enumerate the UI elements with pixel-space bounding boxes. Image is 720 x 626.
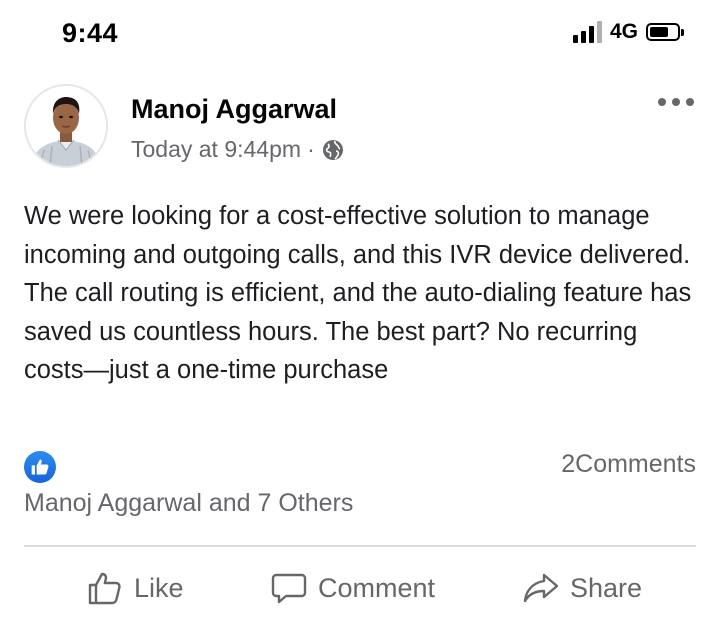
avatar[interactable] — [24, 84, 108, 168]
like-button[interactable]: Like — [86, 560, 184, 616]
share-icon — [523, 573, 559, 603]
status-time: 9:44 — [62, 18, 119, 48]
action-bar: Like Comment Share — [24, 560, 696, 616]
post-text: We were looking for a cost-effective sol… — [24, 202, 692, 384]
more-options-button[interactable] — [654, 94, 698, 110]
comment-label: Comment — [318, 572, 436, 603]
divider — [24, 545, 696, 547]
comment-button[interactable]: Comment — [270, 560, 435, 616]
share-label: Share — [570, 572, 643, 603]
like-label: Like — [134, 572, 184, 603]
comments-count[interactable]: 2Comments — [561, 450, 696, 479]
like-icon — [88, 572, 121, 605]
globe-icon[interactable] — [321, 138, 345, 162]
more-options-icon — [658, 98, 666, 106]
status-indicators: 4G — [572, 20, 684, 44]
status-bar: 9:44 4G — [0, 0, 720, 70]
reactors-summary[interactable]: Manoj Aggarwal and 7 Others — [24, 489, 353, 518]
post-timestamp[interactable]: Today at 9:44pm — [131, 136, 301, 163]
thumbs-up-icon — [31, 459, 49, 475]
author-name[interactable]: Manoj Aggarwal — [131, 94, 337, 125]
signal-icon — [572, 21, 602, 43]
comment-icon — [271, 573, 307, 604]
share-button[interactable]: Share — [522, 560, 642, 616]
battery-icon — [646, 23, 684, 41]
meta-separator: · — [307, 136, 315, 162]
network-label: 4G — [609, 20, 638, 43]
post-meta: Today at 9:44pm · — [131, 136, 345, 163]
profile-photo — [26, 86, 106, 166]
like-reaction-icon[interactable] — [24, 451, 56, 483]
